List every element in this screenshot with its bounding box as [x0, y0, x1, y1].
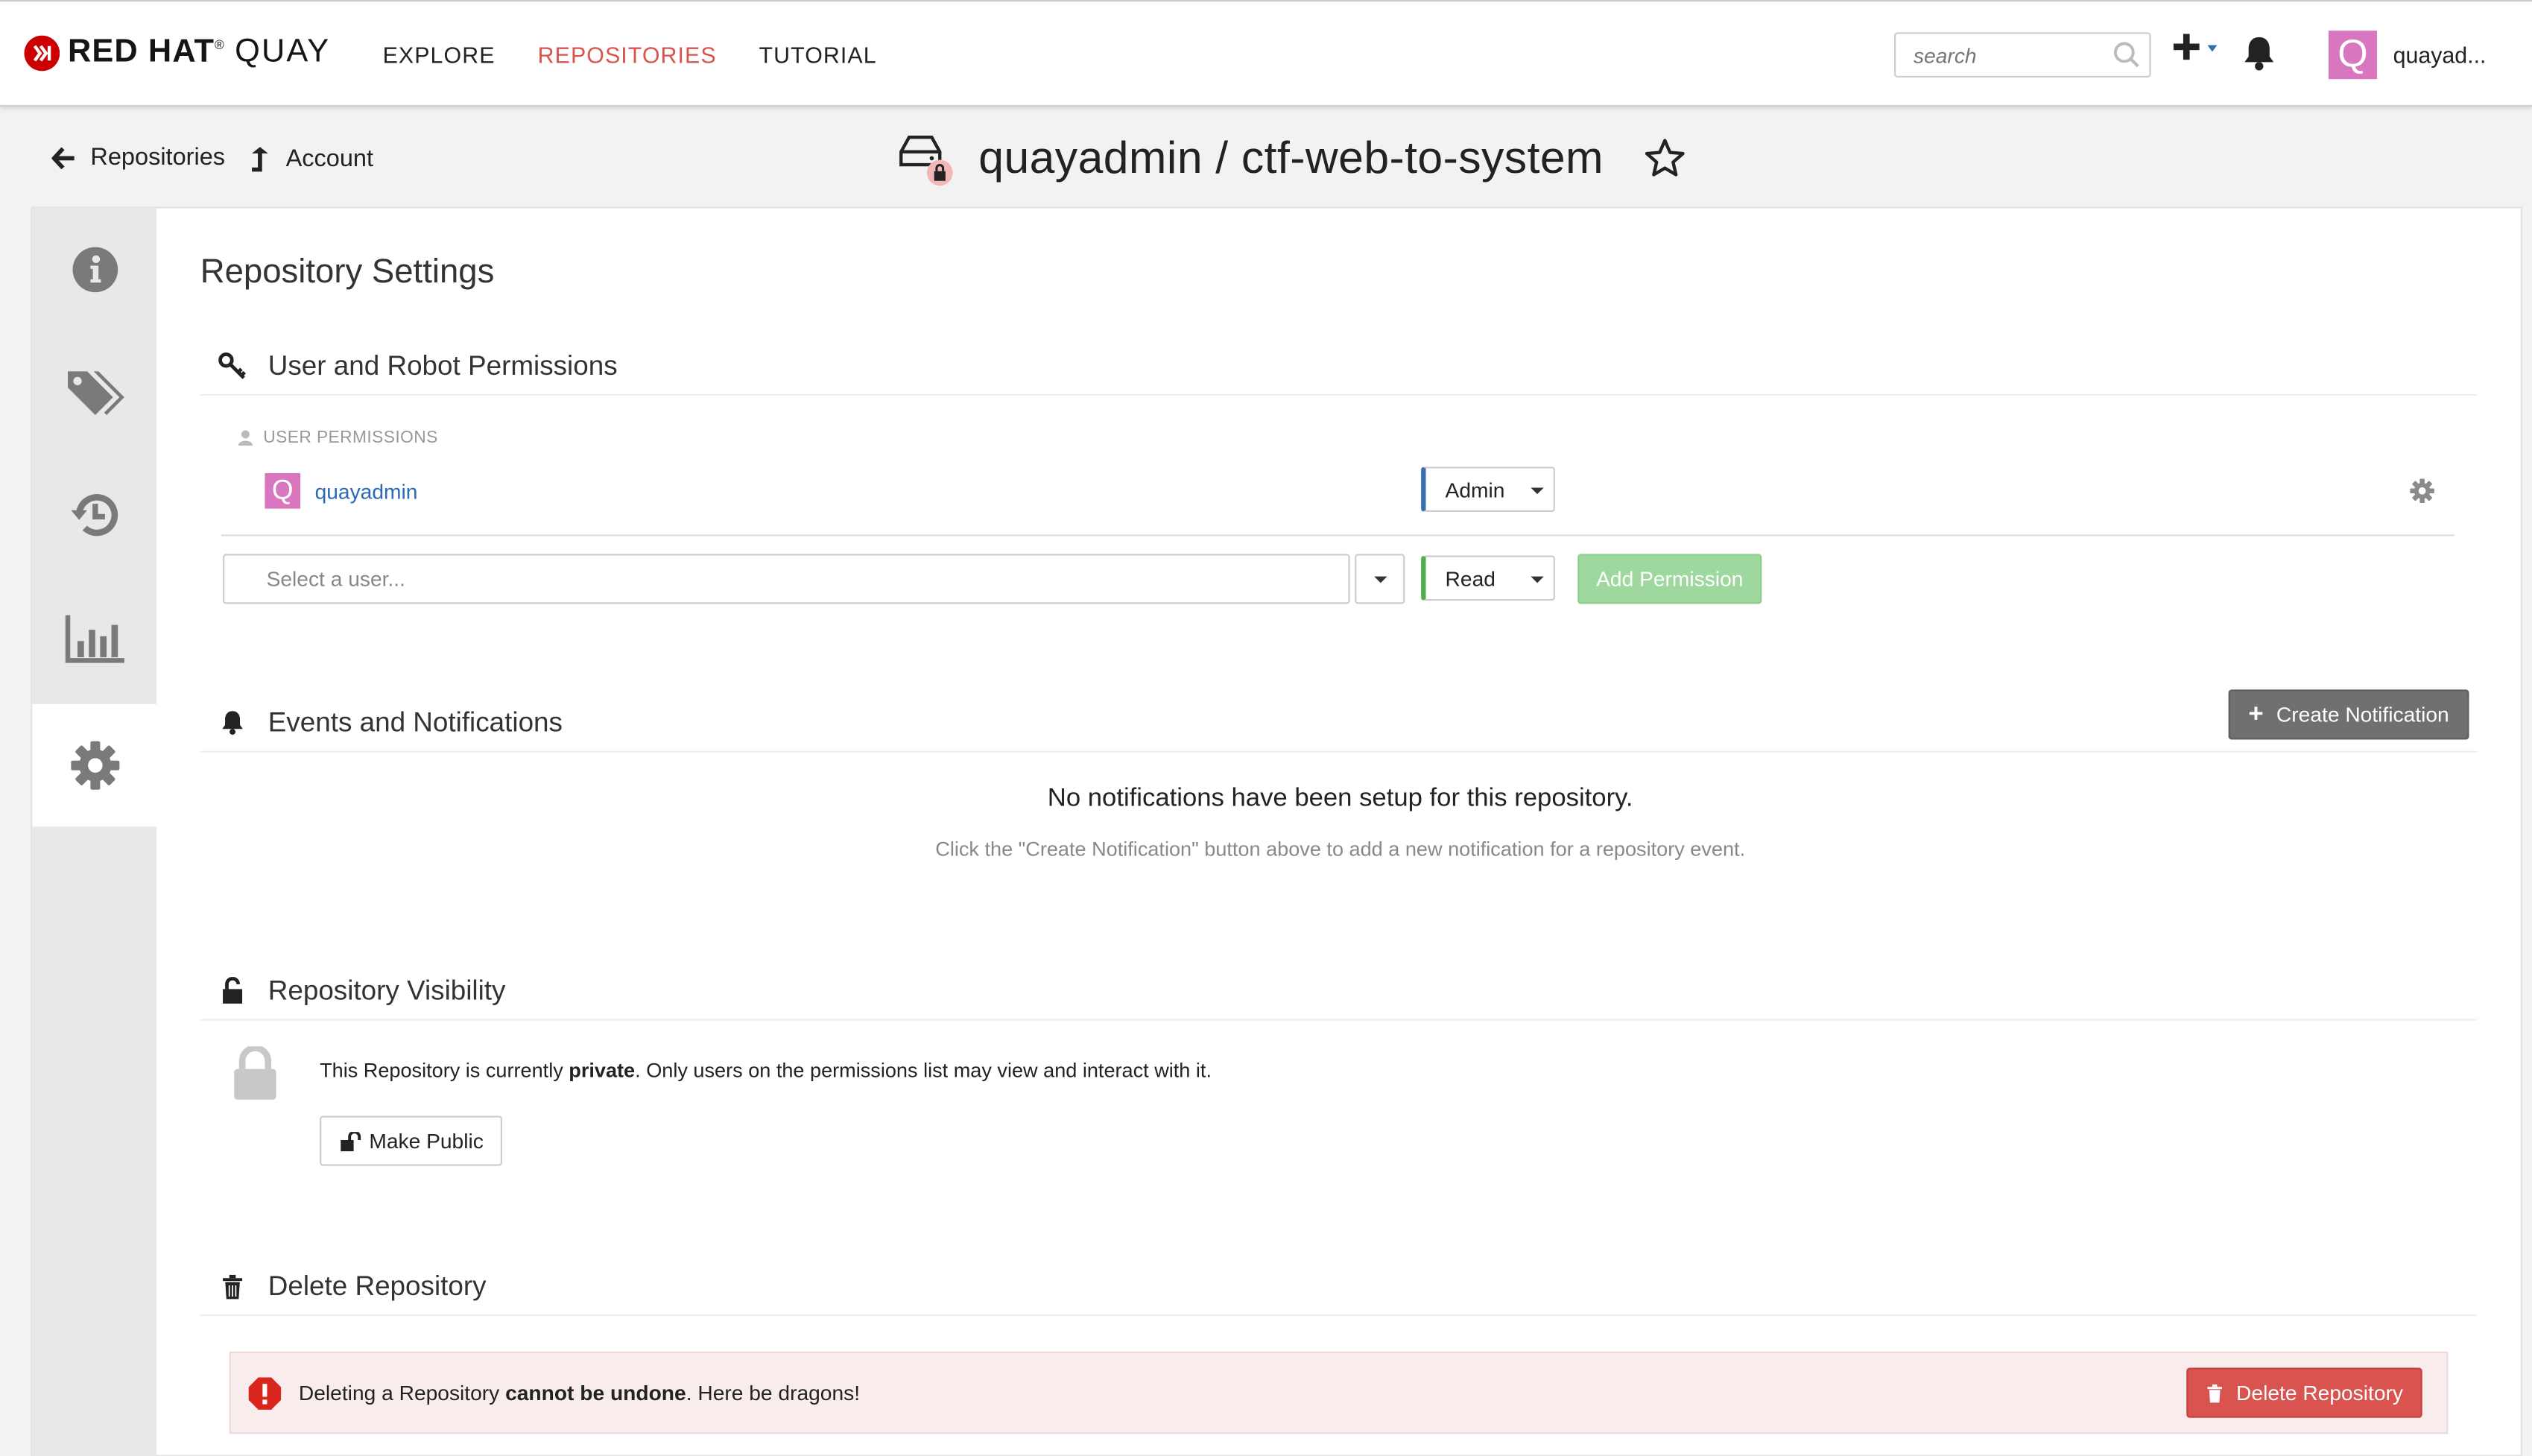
breadcrumb-account-label: Account — [285, 144, 374, 172]
info-icon — [72, 247, 118, 293]
user-menu[interactable]: Q quayad... — [2328, 31, 2487, 80]
permission-user: Q quayadmin — [265, 472, 418, 509]
role-dropdown-read[interactable]: Read — [1421, 555, 1555, 601]
plus-icon — [2173, 34, 2200, 60]
notifications-bell[interactable] — [2241, 34, 2277, 81]
tab-usage-logs[interactable] — [32, 577, 156, 700]
unlock-icon — [223, 977, 243, 1004]
red-hat-quay-logo[interactable]: RED HAT® QUAY — [24, 34, 331, 72]
visibility-section-header: Repository Visibility — [200, 963, 2478, 1021]
permissions-section-header: User and Robot Permissions — [200, 338, 2478, 396]
delete-title: Delete Repository — [268, 1270, 487, 1301]
search-input[interactable] — [1896, 34, 2106, 78]
notifications-empty-subtitle: Click the "Create Notification" button a… — [935, 838, 1746, 861]
search-box[interactable] — [1894, 32, 2151, 78]
avatar: Q — [2328, 31, 2377, 80]
delete-warning-text: Deleting a Repository cannot be undone. … — [298, 1380, 861, 1405]
history-icon — [70, 494, 118, 536]
visibility-description: This Repository is currently private. On… — [320, 1059, 1212, 1082]
select-user-input[interactable]: Select a user... — [223, 554, 1350, 604]
tab-history[interactable] — [32, 454, 156, 577]
add-permission-button[interactable]: Add Permission — [1577, 554, 1762, 604]
tab-settings[interactable] — [32, 703, 157, 827]
key-icon — [218, 351, 247, 379]
breadcrumb-account[interactable]: Account — [249, 144, 373, 173]
notifications-empty-title: No notifications have been setup for thi… — [1047, 785, 1633, 813]
page-title: Repository Settings — [200, 253, 495, 291]
brand-red: RED — [68, 34, 139, 70]
select-user-dropdown-button[interactable] — [1355, 554, 1405, 604]
exclamation-octagon-icon — [248, 1377, 282, 1410]
repo-panel: Repository Settings User and Robot Permi… — [31, 206, 2523, 1456]
bar-chart-icon — [64, 615, 124, 663]
star-icon[interactable] — [1644, 137, 1686, 179]
delete-warning-box: Deleting a Repository cannot be undone. … — [229, 1351, 2449, 1434]
red-hat-logo-icon — [24, 34, 60, 71]
plus-icon: + — [2248, 700, 2264, 728]
nav-explore[interactable]: EXPLORE — [383, 42, 496, 68]
visibility-title: Repository Visibility — [268, 974, 506, 1006]
brand-hat: HAT — [148, 34, 215, 70]
delete-repository-button[interactable]: Delete Repository — [2186, 1367, 2422, 1418]
delete-section-header: Delete Repository — [200, 1258, 2478, 1317]
unlock-icon — [340, 1131, 361, 1151]
brand-registered: ® — [215, 37, 225, 53]
notifications-section-header: Events and Notifications — [200, 694, 2478, 753]
tab-tags[interactable] — [32, 331, 156, 454]
lock-icon — [234, 1046, 276, 1100]
search-icon[interactable] — [2112, 40, 2142, 69]
permission-row: Q quayadmin Admin — [221, 458, 2455, 536]
tags-icon — [66, 371, 124, 415]
bell-icon — [222, 711, 243, 735]
brand-product: QUAY — [235, 34, 331, 70]
create-notification-button[interactable]: + Create Notification — [2228, 689, 2469, 740]
trash-icon — [223, 1273, 243, 1299]
gear-icon — [70, 741, 119, 790]
level-up-icon — [252, 147, 268, 172]
nav-tutorial[interactable]: TUTORIAL — [759, 42, 877, 68]
repo-sidebar — [32, 208, 157, 1456]
gear-icon[interactable] — [2409, 478, 2435, 504]
chevron-down-icon — [1531, 487, 1544, 495]
chevron-down-icon — [2207, 45, 2218, 52]
notifications-title: Events and Notifications — [268, 706, 563, 738]
trash-icon — [2207, 1383, 2222, 1402]
nav-repositories[interactable]: REPOSITORIES — [538, 42, 717, 68]
avatar: Q — [265, 472, 301, 509]
bell-icon — [2244, 37, 2274, 71]
chevron-down-icon — [1374, 576, 1387, 583]
user-permissions-label: USER PERMISSIONS — [238, 428, 438, 447]
breadcrumb-repositories[interactable]: Repositories — [51, 144, 225, 171]
top-navbar: RED HAT® QUAY EXPLORE REPOSITORIES TUTOR… — [0, 0, 2532, 107]
chevron-down-icon — [1531, 576, 1544, 583]
role-dropdown-admin[interactable]: Admin — [1421, 466, 1555, 512]
permission-user-link[interactable]: quayadmin — [315, 479, 418, 504]
make-public-button[interactable]: Make Public — [320, 1115, 502, 1166]
user-icon — [238, 430, 253, 446]
user-name: quayad... — [2393, 42, 2487, 69]
breadcrumb-repositories-label: Repositories — [90, 143, 226, 171]
tab-info[interactable] — [32, 209, 156, 332]
permissions-title: User and Robot Permissions — [268, 349, 618, 381]
settings-content: Repository Settings User and Robot Permi… — [156, 209, 2521, 1455]
create-new-menu[interactable] — [2172, 32, 2218, 61]
private-repo-icon — [899, 136, 953, 186]
repo-title: quayadmin / ctf-web-to-system — [978, 132, 1604, 183]
arrow-left-icon — [51, 146, 75, 169]
repo-header: quayadmin / ctf-web-to-system — [896, 129, 1686, 187]
